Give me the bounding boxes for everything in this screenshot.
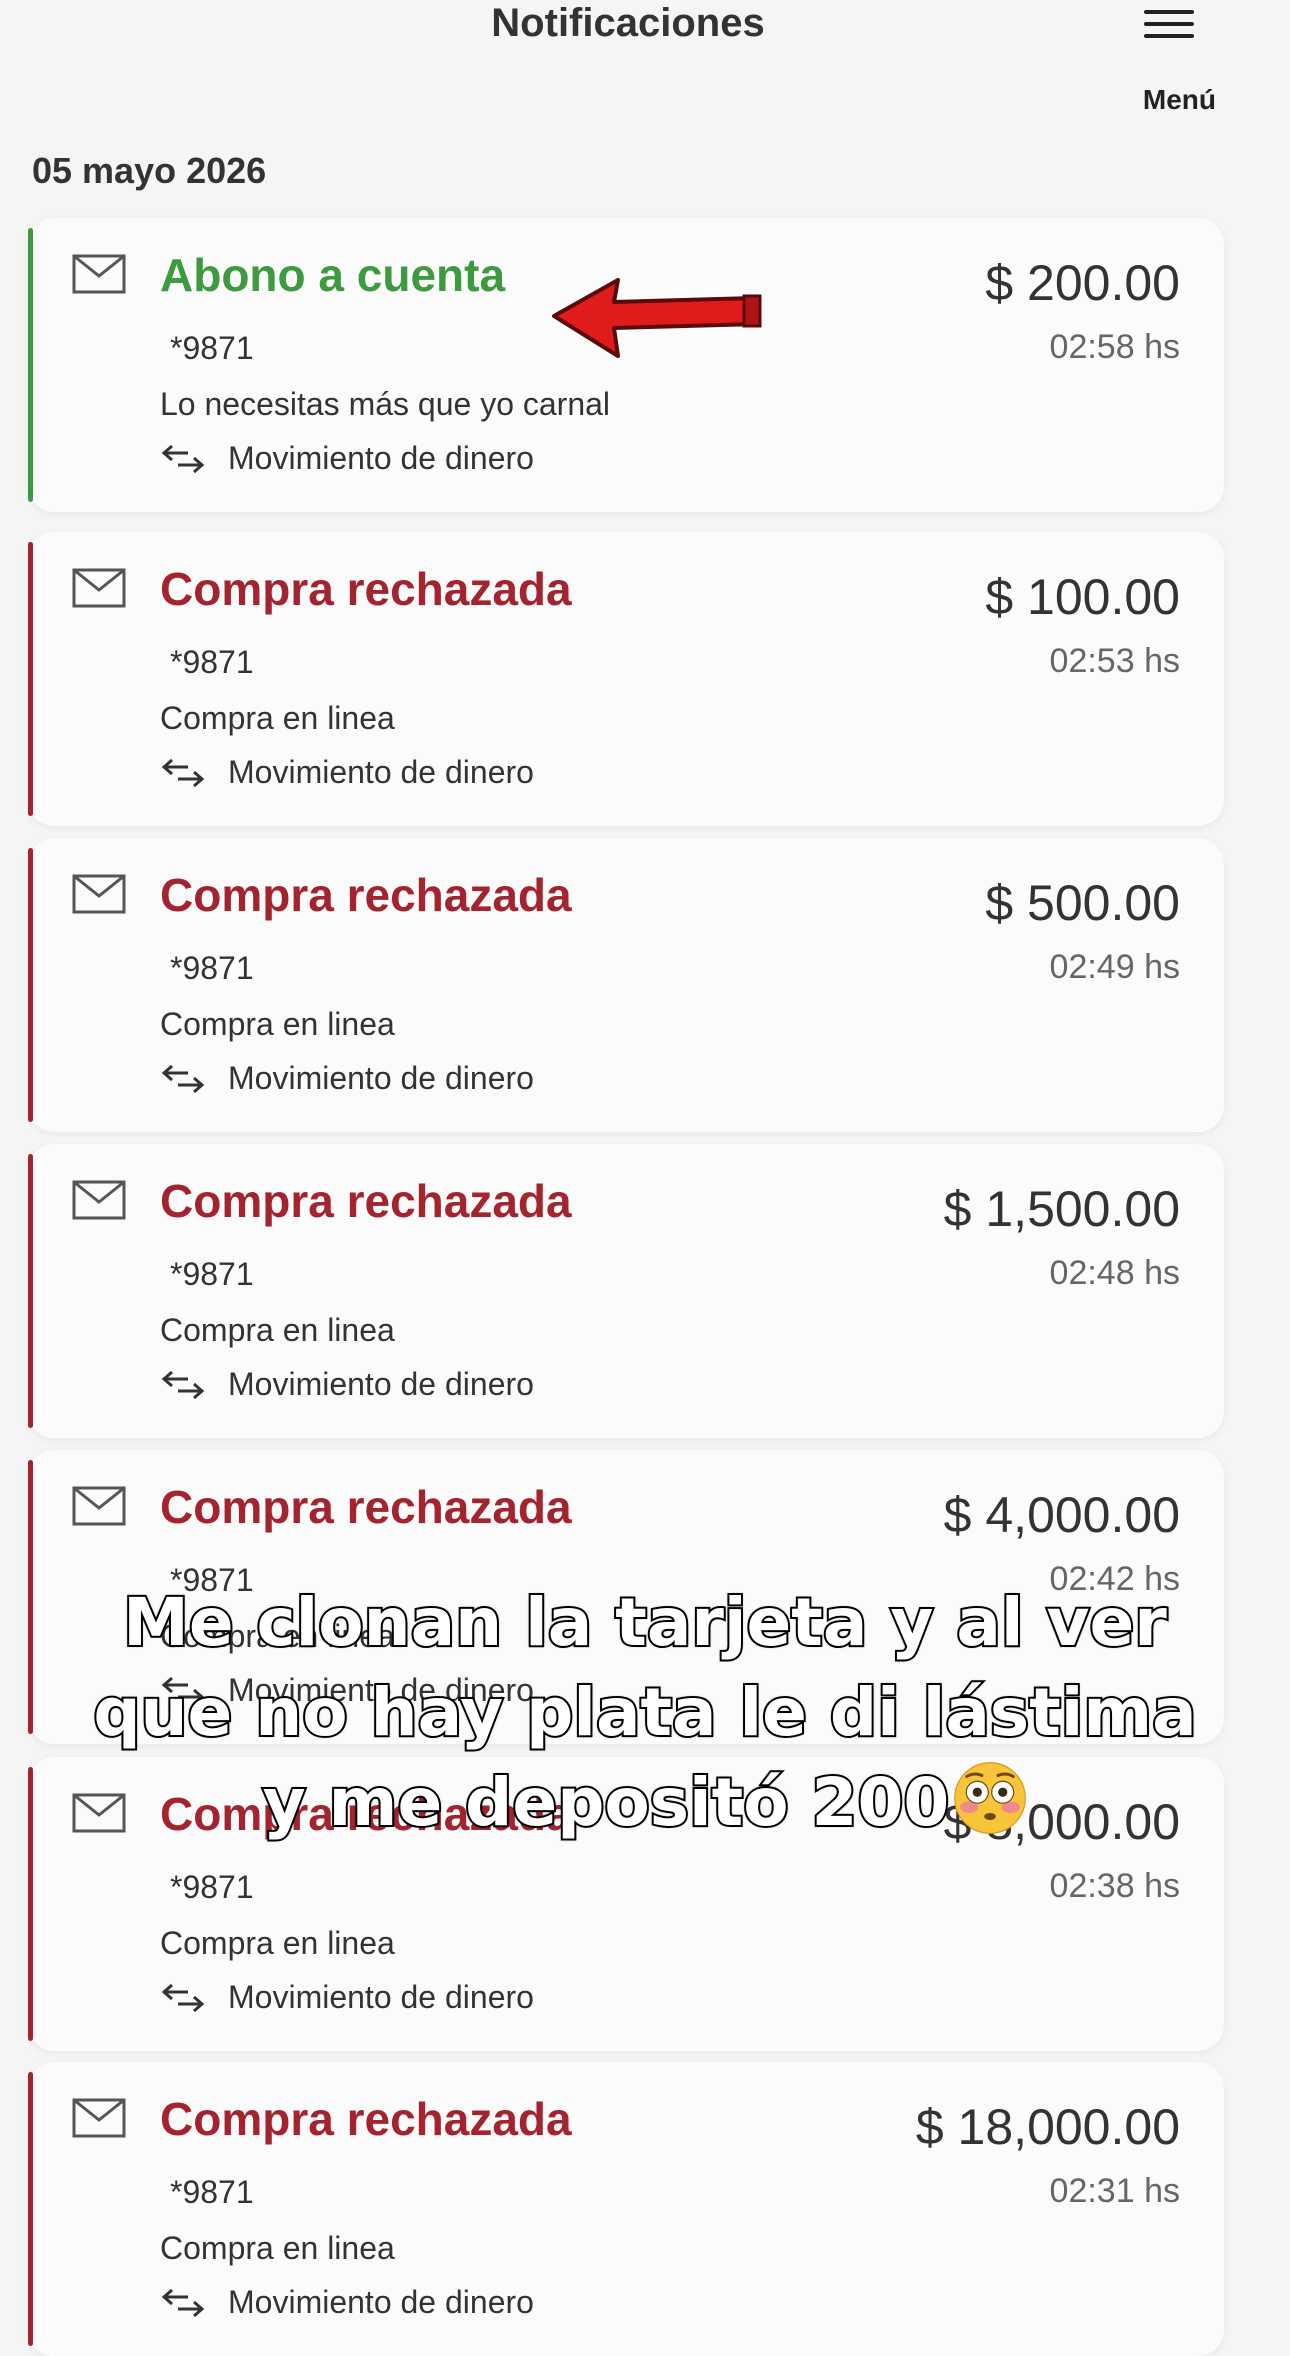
movement-link[interactable]: Movimiento de dinero xyxy=(228,1979,534,2016)
notification-card[interactable]: Compra rechazada $ 500.00 *9871 02:49 hs… xyxy=(28,838,1224,1132)
notification-description: Compra en linea xyxy=(160,1925,395,1961)
transfer-arrows-icon xyxy=(161,2288,205,2318)
hamburger-menu-icon[interactable] xyxy=(1144,10,1194,46)
notification-amount: $ 500.00 xyxy=(985,875,1180,931)
notification-amount: $ 200.00 xyxy=(985,255,1180,311)
notification-time: 02:48 hs xyxy=(1049,1254,1180,1292)
notification-title: Compra rechazada xyxy=(160,869,572,921)
status-accent-bar xyxy=(28,1154,33,1428)
transfer-arrows-icon xyxy=(161,444,205,474)
notification-card[interactable]: Compra rechazada $ 1,500.00 *9871 02:48 … xyxy=(28,1144,1224,1438)
account-number: *9871 xyxy=(170,950,254,986)
envelope-icon xyxy=(72,254,126,294)
red-arrow-icon xyxy=(552,278,762,358)
envelope-icon xyxy=(72,1180,126,1220)
menu-button[interactable]: Menú xyxy=(1126,6,1216,116)
caption-line-3-text: y me depositó 200 xyxy=(261,1762,952,1843)
status-accent-bar xyxy=(28,228,33,502)
notification-description: Lo necesitas más que yo carnal xyxy=(160,386,611,422)
transfer-arrows-icon xyxy=(161,1983,205,2013)
account-number: *9871 xyxy=(170,1256,254,1292)
status-accent-bar xyxy=(28,2072,33,2346)
status-accent-bar xyxy=(28,848,33,1122)
transfer-arrows-icon xyxy=(161,1064,205,1094)
date-group-label: 05 mayo 2026 xyxy=(32,150,267,191)
notification-time: 02:38 hs xyxy=(1049,1867,1180,1905)
account-number: *9871 xyxy=(170,1869,254,1905)
account-number: *9871 xyxy=(170,330,254,366)
page-title: Notificaciones xyxy=(491,1,765,45)
transfer-arrows-icon xyxy=(161,1370,205,1400)
notification-time: 02:58 hs xyxy=(1049,328,1180,366)
app-header: Notificaciones Menú xyxy=(0,0,1290,130)
notification-title: Abono a cuenta xyxy=(160,249,506,301)
status-accent-bar xyxy=(28,542,33,816)
caption-line-3: y me depositó 200 xyxy=(0,1758,1290,1848)
envelope-icon xyxy=(72,874,126,914)
notification-card[interactable]: Compra rechazada $ 18,000.00 *9871 02:31… xyxy=(28,2062,1224,2356)
notification-title: Compra rechazada xyxy=(160,563,572,615)
account-number: *9871 xyxy=(170,644,254,680)
notification-description: Compra en linea xyxy=(160,1312,395,1348)
notification-title: Compra rechazada xyxy=(160,2093,572,2145)
movement-link[interactable]: Movimiento de dinero xyxy=(228,754,534,791)
movement-link[interactable]: Movimiento de dinero xyxy=(228,1366,534,1403)
notification-title: Compra rechazada xyxy=(160,1481,572,1533)
envelope-icon xyxy=(72,2098,126,2138)
notification-amount: $ 18,000.00 xyxy=(915,2099,1180,2155)
envelope-icon xyxy=(72,1486,126,1526)
notification-time: 02:53 hs xyxy=(1049,642,1180,680)
movement-link[interactable]: Movimiento de dinero xyxy=(228,1060,534,1097)
notification-card[interactable]: Abono a cuenta $ 200.00 *9871 02:58 hs L… xyxy=(28,218,1224,512)
notification-amount: $ 1,500.00 xyxy=(943,1181,1180,1237)
menu-label[interactable]: Menú xyxy=(1143,84,1216,116)
movement-link[interactable]: Movimiento de dinero xyxy=(228,440,534,477)
notification-time: 02:31 hs xyxy=(1049,2172,1180,2210)
caption-line-1: Me clonan la tarjeta y al ver xyxy=(121,1582,1169,1663)
notification-description: Compra en linea xyxy=(160,700,395,736)
notification-card[interactable]: Compra rechazada $ 100.00 *9871 02:53 hs… xyxy=(28,532,1224,826)
movement-link[interactable]: Movimiento de dinero xyxy=(228,2284,534,2321)
notification-amount: $ 100.00 xyxy=(985,569,1180,625)
notification-description: Compra en linea xyxy=(160,2230,395,2266)
envelope-icon xyxy=(72,568,126,608)
account-number: *9871 xyxy=(170,2174,254,2210)
notification-description: Compra en linea xyxy=(160,1006,395,1042)
caption-overlay: Me clonan la tarjeta y al ver que no hay… xyxy=(0,1578,1290,1848)
caption-line-2: que no hay plata le di lástima xyxy=(91,1672,1198,1753)
notification-amount: $ 4,000.00 xyxy=(943,1487,1180,1543)
flushed-face-emoji-icon xyxy=(954,1762,1027,1834)
transfer-arrows-icon xyxy=(161,758,205,788)
notification-title: Compra rechazada xyxy=(160,1175,572,1227)
notification-time: 02:49 hs xyxy=(1049,948,1180,986)
